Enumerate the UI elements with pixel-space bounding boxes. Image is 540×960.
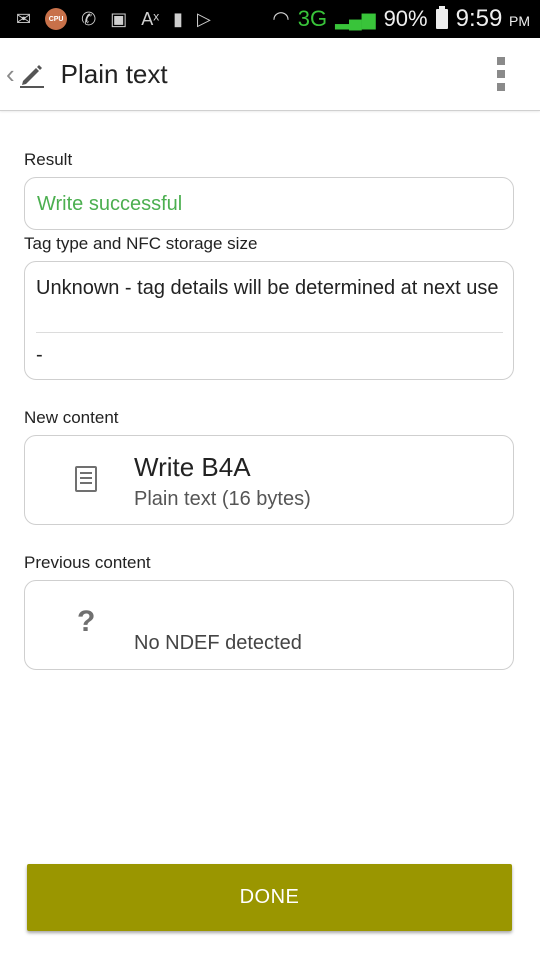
question-mark-icon: ? (77, 605, 96, 638)
app-toolbar: ‹ Plain text (0, 38, 540, 111)
overflow-menu-icon[interactable] (496, 57, 506, 91)
result-label: Result (24, 150, 73, 169)
document-icon (75, 466, 97, 492)
new-content-card[interactable]: Write B4A Plain text (16 bytes) (24, 435, 514, 525)
tag-type-text: Unknown - tag details will be determined… (36, 277, 499, 299)
new-content-title: Write B4A (134, 452, 251, 482)
signal-icon: ▂▄▆ (335, 9, 376, 29)
whatsapp-icon: ✆ (81, 9, 97, 29)
tag-type-label: Tag type and NFC storage size (24, 234, 258, 253)
status-bar: ✉ CPU ✆ ▣ Aˣ ▮ ▷ ◠ 3G ▂▄▆ 90% 9:59 PM (0, 0, 540, 38)
previous-content-label: Previous content (24, 553, 151, 572)
previous-content-card[interactable]: ? No NDEF detected (24, 580, 514, 670)
divider (36, 332, 503, 333)
tag-size-text: - (36, 344, 43, 366)
pencil-icon (19, 65, 44, 88)
page-title: Plain text (60, 58, 168, 89)
new-content-label: New content (24, 408, 119, 427)
cpu-icon: CPU (45, 8, 68, 30)
done-button[interactable]: DONE (27, 864, 512, 931)
previous-content-text: No NDEF detected (134, 632, 302, 654)
tag-info-box: Unknown - tag details will be determined… (24, 261, 514, 380)
result-box: Write successful (24, 177, 514, 230)
result-value: Write successful (37, 193, 183, 215)
font-size-icon: Aˣ (141, 9, 160, 29)
play-store-icon: ▷ (197, 9, 211, 29)
back-chevron-icon[interactable]: ‹ (6, 59, 15, 90)
new-content-subtitle: Plain text (16 bytes) (134, 488, 311, 510)
gallery-icon: ▣ (110, 9, 128, 29)
battery-icon (435, 6, 448, 29)
battery-percent: 90% (383, 6, 428, 31)
done-button-label: DONE (239, 886, 300, 908)
wifi-icon: ◠ (272, 8, 290, 30)
gmail-icon: ✉ (16, 9, 32, 29)
clock: 9:59 PM (455, 5, 530, 32)
network-type: 3G (297, 6, 328, 31)
sd-card-icon: ▮ (173, 9, 184, 29)
